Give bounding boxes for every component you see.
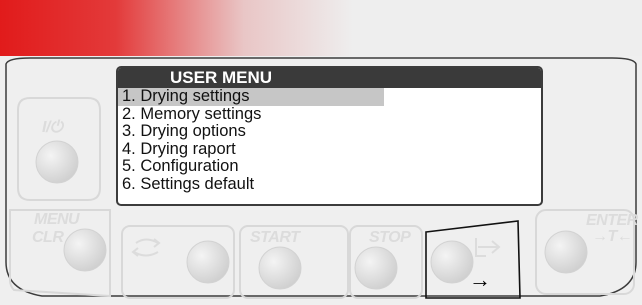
- power-key-label: I/⏻: [42, 119, 63, 136]
- return-button[interactable]: [186, 240, 230, 284]
- start-key-label: START: [250, 229, 300, 246]
- user-menu-list: 1. Drying settings 2. Memory settings 3.…: [118, 87, 541, 194]
- menu-clr-button[interactable]: [63, 228, 107, 272]
- menu-item-drying-raport[interactable]: 4. Drying raport: [118, 140, 541, 159]
- clr-key-label: CLR: [32, 229, 64, 246]
- lcd-screen: USER MENU 1. Drying settings 2. Memory s…: [116, 66, 543, 206]
- menu-item-settings-default[interactable]: 6. Settings default: [118, 175, 541, 194]
- menu-item-configuration[interactable]: 5. Configuration: [118, 157, 541, 176]
- screen-title: USER MENU: [118, 68, 541, 88]
- stop-key-label: STOP: [369, 229, 411, 246]
- menu-item-drying-options[interactable]: 3. Drying options: [118, 122, 541, 141]
- menu-item-drying-settings[interactable]: 1. Drying settings: [118, 87, 384, 106]
- device-panel: I/⏻ MENU CLR START STOP ENTER →T← USER M…: [0, 0, 642, 305]
- menu-item-memory-settings[interactable]: 2. Memory settings: [118, 105, 541, 124]
- next-arrow-icon: →: [469, 267, 491, 292]
- start-button[interactable]: [258, 246, 302, 290]
- tare-key-label: →T←: [592, 228, 633, 245]
- next-button[interactable]: [430, 240, 474, 284]
- top-red-band: [0, 0, 642, 58]
- power-button[interactable]: [35, 140, 79, 184]
- enter-button[interactable]: [544, 230, 588, 274]
- enter-key-label: ENTER: [586, 212, 638, 229]
- menu-key-label: MENU: [34, 211, 80, 228]
- stop-button[interactable]: [354, 246, 398, 290]
